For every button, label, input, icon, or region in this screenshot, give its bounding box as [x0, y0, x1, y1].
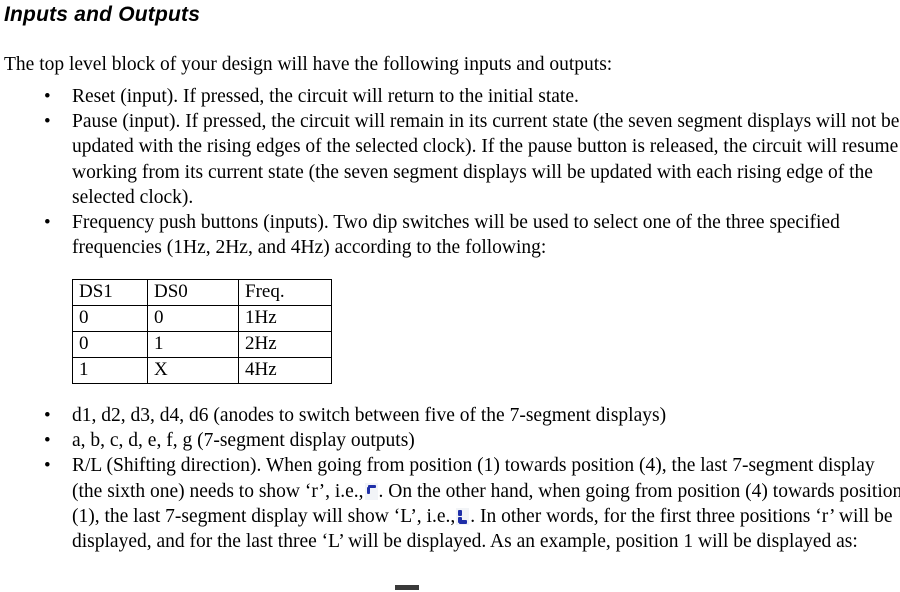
- bullet-marker-icon: •: [44, 455, 51, 477]
- segment-bar: [395, 585, 419, 590]
- list-item-pause: • Pause (input). If pressed, the circuit…: [0, 109, 900, 210]
- list-item-text: R/L (Shifting direction). When going fro…: [72, 453, 900, 554]
- cell-ds0: X: [147, 357, 239, 384]
- cell-ds0: 0: [147, 305, 239, 332]
- table-header-row: DS1 DS0 Freq.: [72, 279, 332, 306]
- table-row: 0 1 2Hz: [72, 331, 332, 358]
- list-item-text: Frequency push buttons (inputs). Two dip…: [72, 212, 840, 259]
- cell-ds1: 0: [72, 331, 148, 358]
- cell-ds1: 0: [72, 305, 148, 332]
- page-title: Inputs and Outputs: [4, 3, 201, 26]
- list-item-segment-outputs: • a, b, c, d, e, f, g (7-segment display…: [0, 428, 900, 453]
- cell-freq: 4Hz: [238, 357, 332, 384]
- cell-ds1: 1: [72, 357, 148, 384]
- bullet-marker-icon: •: [44, 212, 51, 234]
- inputs-outputs-list: • Reset (input). If pressed, the circuit…: [0, 84, 900, 260]
- frequency-selection-table: DS1 DS0 Freq. 0 0 1Hz 0 1 2Hz 1 X 4Hz: [72, 279, 332, 384]
- frequency-table-container: DS1 DS0 Freq. 0 0 1Hz 0 1 2Hz 1 X 4Hz: [72, 279, 332, 384]
- seven-segment-r-glyph: [364, 482, 378, 500]
- cell-freq: 2Hz: [238, 331, 332, 358]
- list-item-reset: • Reset (input). If pressed, the circuit…: [0, 84, 900, 109]
- bullet-marker-icon: •: [44, 86, 51, 107]
- bullet-marker-icon: •: [44, 430, 51, 452]
- list-item-text: Reset (input). If pressed, the circuit w…: [72, 86, 579, 107]
- list-item-text: d1, d2, d3, d4, d6 (anodes to switch bet…: [72, 405, 667, 426]
- bullet-marker-icon: •: [44, 405, 51, 426]
- list-item-shifting-direction: • R/L (Shifting direction). When going f…: [0, 453, 900, 554]
- bullet-marker-icon: •: [44, 111, 51, 133]
- column-header-ds1: DS1: [72, 279, 148, 306]
- outputs-list: • d1, d2, d3, d4, d6 (anodes to switch b…: [0, 403, 900, 554]
- clipped-seven-segment-figure: [393, 584, 421, 592]
- seven-segment-l-glyph: [456, 507, 470, 525]
- cell-freq: 1Hz: [238, 305, 332, 332]
- list-item-anodes: • d1, d2, d3, d4, d6 (anodes to switch b…: [0, 403, 900, 428]
- column-header-ds0: DS0: [147, 279, 239, 306]
- document-page: Inputs and Outputs The top level block o…: [0, 0, 900, 592]
- cell-ds0: 1: [147, 331, 239, 358]
- list-item-frequency-push-buttons: • Frequency push buttons (inputs). Two d…: [0, 210, 900, 260]
- column-header-freq: Freq.: [238, 279, 332, 306]
- table-row: 1 X 4Hz: [72, 357, 332, 384]
- table-row: 0 0 1Hz: [72, 305, 332, 332]
- intro-paragraph: The top level block of your design will …: [4, 54, 613, 75]
- list-item-text: a, b, c, d, e, f, g (7-segment display o…: [72, 430, 415, 452]
- list-item-text: Pause (input). If pressed, the circuit w…: [72, 111, 900, 208]
